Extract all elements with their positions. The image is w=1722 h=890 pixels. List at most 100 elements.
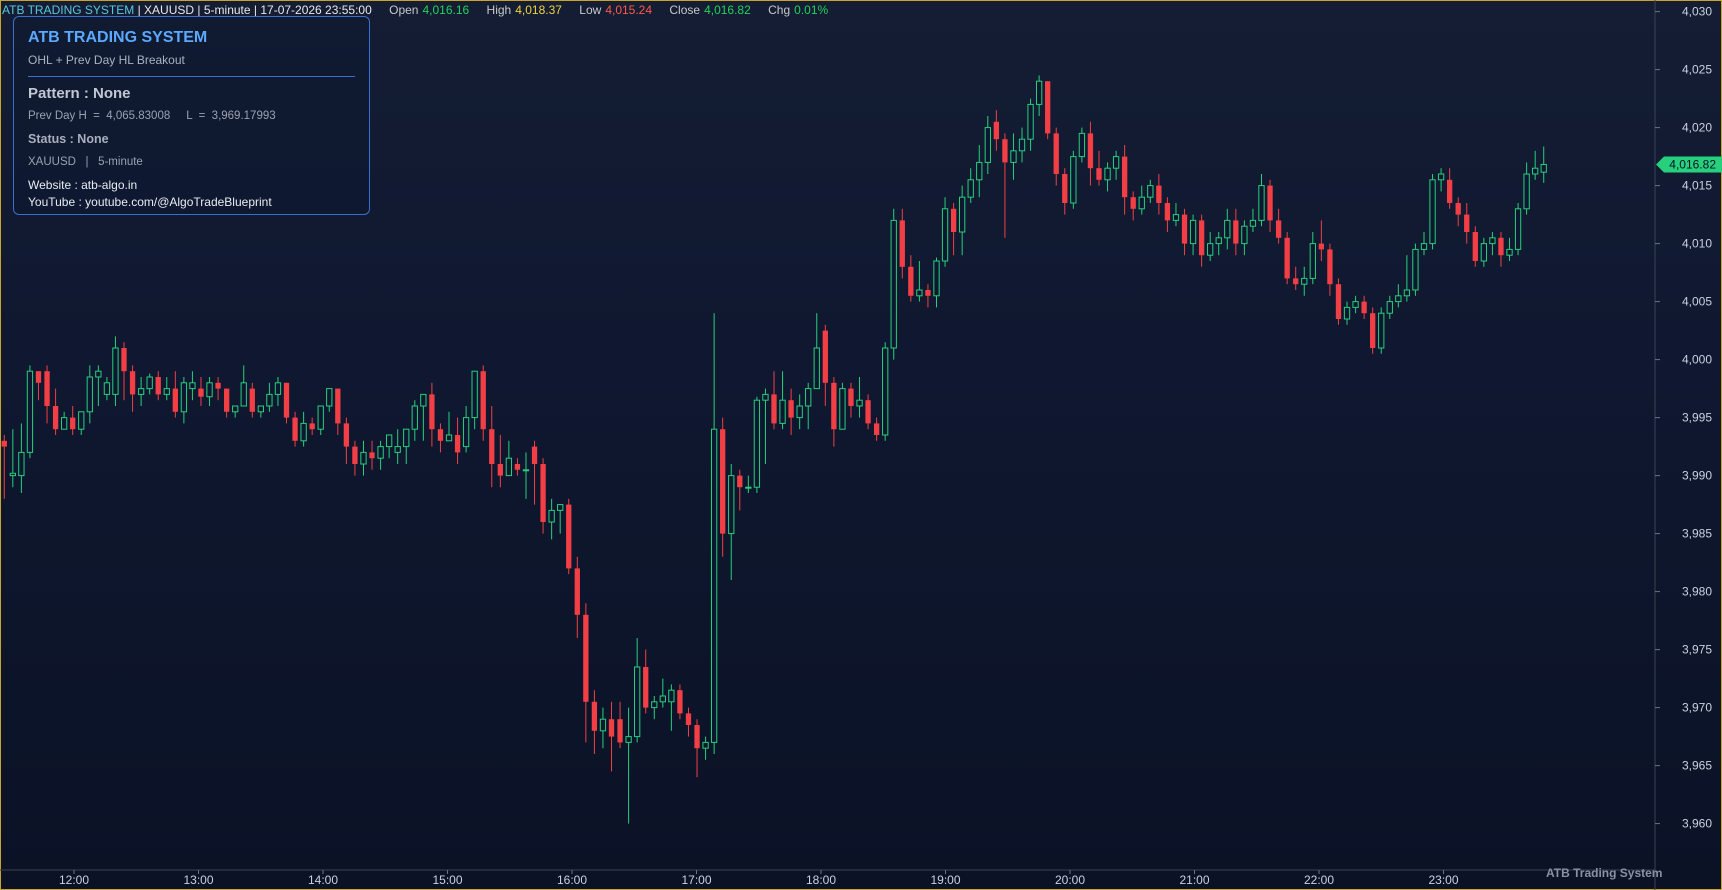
website-link[interactable]: Website : atb-algo.in (28, 178, 355, 192)
x-tick-label: 21:00 (1179, 873, 1209, 887)
candle (1045, 81, 1051, 140)
candle (1189, 214, 1197, 256)
candle (1053, 127, 1059, 186)
candle (1352, 295, 1359, 314)
candle (403, 428, 410, 464)
candle-body (1027, 103, 1034, 140)
candle-body (753, 399, 761, 488)
y-tick-label: 4,010 (1682, 237, 1712, 251)
candle (266, 382, 273, 412)
low-value: 4,015.24 (605, 3, 653, 17)
candle-body (462, 417, 470, 448)
candle (95, 365, 102, 406)
candle-body (1506, 248, 1513, 256)
x-tick-label: 20:00 (1055, 873, 1085, 887)
candle-body (249, 388, 255, 412)
price-axis[interactable]: 3,960 3,965 3,970 3,975 3,980 3,985 3,990 3,995… (1655, 5, 1712, 831)
candle-body (505, 457, 513, 477)
candle-body (967, 179, 974, 198)
close-value: 4,016.82 (704, 3, 751, 17)
candle-body (1, 440, 7, 447)
youtube-link[interactable]: YouTube : youtube.com/@AlgoTradeBlueprin… (28, 195, 355, 209)
candle (103, 377, 111, 401)
candle (1104, 162, 1111, 192)
high-value: 4,018.37 (515, 3, 562, 17)
candle-body (1045, 81, 1051, 134)
candle-body (984, 127, 991, 163)
candle (18, 423, 25, 493)
candle-body (1053, 133, 1059, 174)
candle (1395, 284, 1402, 308)
candle (668, 684, 675, 731)
candle-body (659, 695, 666, 703)
x-tick-label: 12:00 (59, 873, 89, 887)
candle-body (335, 388, 341, 424)
candle (1523, 162, 1530, 215)
high-label: High (486, 3, 512, 17)
candle (882, 342, 889, 441)
y-tick-label: 4,005 (1682, 295, 1712, 309)
candle-body (1112, 156, 1120, 169)
candle (1010, 133, 1017, 180)
candle-body (292, 417, 298, 441)
candle (710, 313, 718, 754)
candle-body (445, 434, 453, 442)
candle-body (1147, 185, 1154, 198)
candle-body (1138, 196, 1145, 210)
candle (1130, 191, 1136, 221)
candle-body (146, 376, 153, 390)
candle (805, 382, 812, 430)
candle-body (454, 435, 461, 453)
candle (865, 394, 871, 430)
candle (1506, 237, 1513, 261)
candle (856, 377, 863, 418)
candle (317, 405, 324, 435)
info-panel: ATB TRADING SYSTEM OHL + Prev Day HL Bre… (13, 16, 370, 215)
candle-body (916, 289, 923, 297)
candle-body (18, 451, 25, 477)
candle-body (343, 423, 350, 447)
candle-body (1233, 220, 1239, 244)
candle-body (1241, 225, 1248, 245)
candle (1532, 150, 1539, 180)
candle (813, 313, 820, 390)
candle-body (710, 428, 718, 743)
candle (429, 382, 435, 447)
candle (1370, 307, 1376, 354)
candle (839, 382, 846, 430)
candle-body (103, 382, 111, 395)
candle (1078, 127, 1086, 163)
candle (916, 261, 923, 302)
candle-body (1207, 243, 1214, 256)
candle-body (788, 400, 794, 418)
candle-body (326, 388, 333, 407)
candle-body (1249, 219, 1257, 227)
candle (232, 405, 239, 418)
candle-body (1540, 163, 1547, 173)
candle (557, 504, 564, 534)
x-tick-label: 18:00 (806, 873, 836, 887)
candle (1002, 133, 1008, 238)
candle-body (1395, 295, 1402, 303)
candle-body (762, 393, 769, 401)
candle (1096, 150, 1102, 186)
time-axis[interactable]: 12:00 13:00 14:00 15:00 16:00 17:00 18:00 19:00… (59, 870, 1459, 887)
y-tick-label: 3,980 (1682, 585, 1712, 599)
x-tick-label: 17:00 (681, 873, 711, 887)
candle-body (625, 736, 632, 743)
candle-body (26, 370, 34, 453)
candle-body (1087, 133, 1094, 169)
candle-body (309, 423, 315, 430)
candle (1284, 232, 1290, 285)
candle-body (796, 405, 803, 419)
candle (899, 208, 905, 279)
candle-body (266, 393, 273, 407)
candle (52, 388, 59, 435)
header-interval: 5-minute (203, 3, 251, 17)
candle (1498, 232, 1504, 267)
candle-body (720, 429, 726, 534)
candle-body (137, 388, 145, 395)
candle-body (1122, 156, 1128, 198)
candle-body (959, 196, 966, 233)
candle-body (44, 371, 50, 406)
